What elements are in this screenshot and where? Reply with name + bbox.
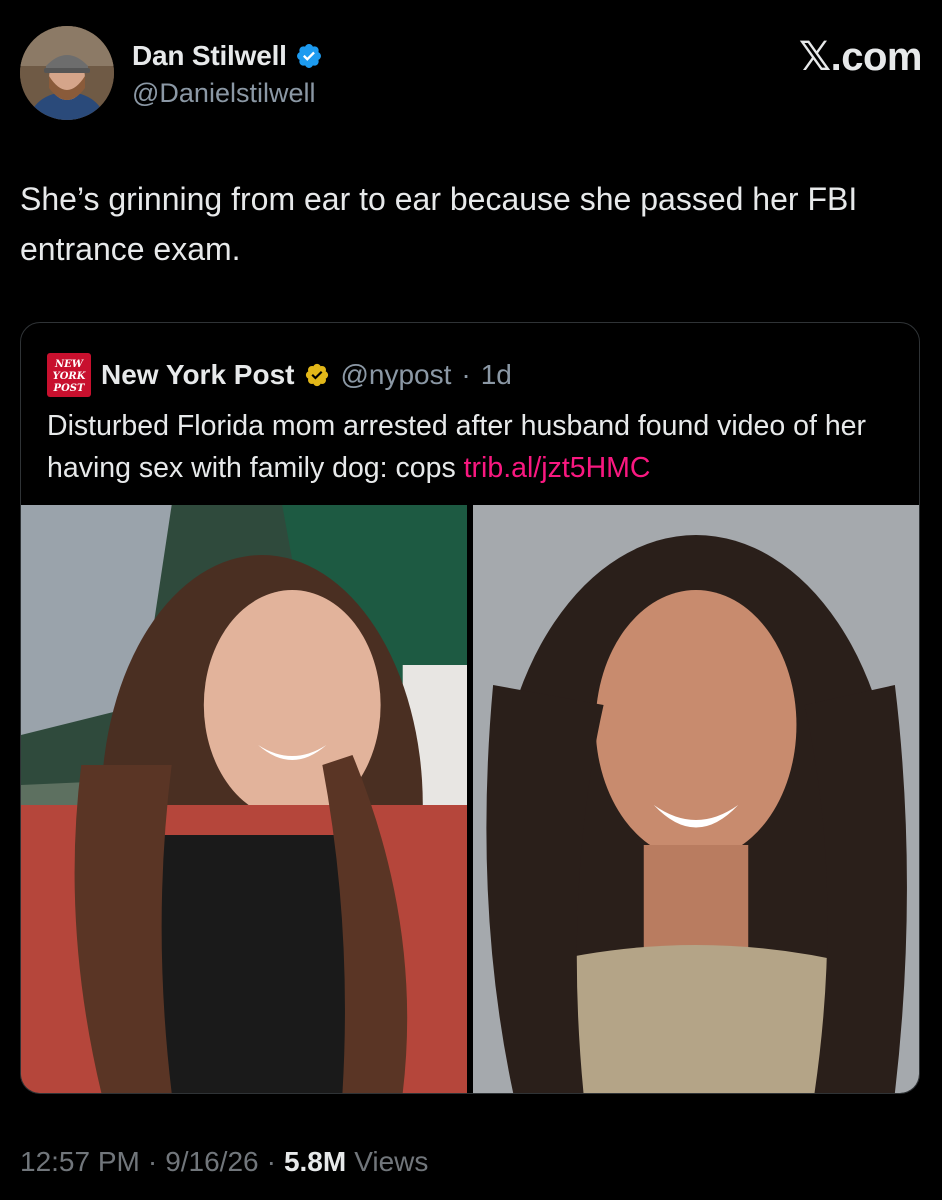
views-label: Views — [354, 1146, 429, 1177]
mugshot-photo-image — [473, 505, 919, 1093]
nypost-logo-text: NEW YORK POST — [53, 359, 87, 394]
x-com-logo: 𝕏.com — [798, 35, 923, 79]
quoted-text-body: Disturbed Florida mom arrested after hus… — [47, 410, 867, 484]
quoted-media[interactable] — [21, 505, 919, 1093]
tweet-text: She’s grinning from ear to ear because s… — [20, 181, 867, 267]
author-display-name[interactable]: Dan Stilwell — [132, 40, 287, 72]
views-count[interactable]: 5.8M — [284, 1146, 346, 1178]
svg-text:POST: POST — [53, 383, 86, 394]
author-block: Dan Stilwell @Danielstilwell — [132, 40, 323, 109]
tweet-time[interactable]: 12:57 PM — [20, 1146, 140, 1178]
tweet-footer: 12:57 PM · 9/16/26 · 5.8M Views — [20, 1146, 428, 1178]
author-avatar[interactable] — [20, 26, 114, 120]
quoted-timestamp[interactable]: 1d — [481, 359, 512, 391]
svg-text:YORK: YORK — [53, 371, 87, 382]
blue-verified-icon — [296, 44, 321, 68]
quoted-tweet[interactable]: NEW YORK POST New York Post @nypost · 1d… — [20, 322, 920, 1094]
selfie-photo-image — [21, 505, 467, 1093]
nypost-logo-icon: NEW YORK POST — [47, 353, 91, 397]
quoted-tweet-text: Disturbed Florida mom arrested after hus… — [47, 405, 907, 489]
media-photo-right[interactable] — [473, 505, 919, 1093]
author-handle[interactable]: @Danielstilwell — [132, 78, 323, 109]
footer-separator: · — [266, 1146, 276, 1177]
tweet-header: Dan Stilwell @Danielstilwell 𝕏.com — [20, 26, 923, 122]
quoted-separator: · — [461, 359, 471, 390]
avatar-image — [20, 26, 114, 120]
quoted-author-handle[interactable]: @nypost — [340, 359, 451, 391]
tweet-date[interactable]: 9/16/26 — [165, 1146, 258, 1178]
gold-verified-icon — [306, 363, 329, 387]
quoted-link[interactable]: trib.al/jzt5HMC — [464, 452, 651, 484]
media-photo-left[interactable] — [21, 505, 467, 1093]
footer-separator: · — [147, 1146, 158, 1177]
svg-text:NEW: NEW — [54, 359, 85, 370]
author-name-row: Dan Stilwell — [132, 40, 323, 72]
quoted-author-name[interactable]: New York Post — [101, 359, 294, 391]
quoted-tweet-header: NEW YORK POST New York Post @nypost · 1d — [47, 353, 512, 397]
